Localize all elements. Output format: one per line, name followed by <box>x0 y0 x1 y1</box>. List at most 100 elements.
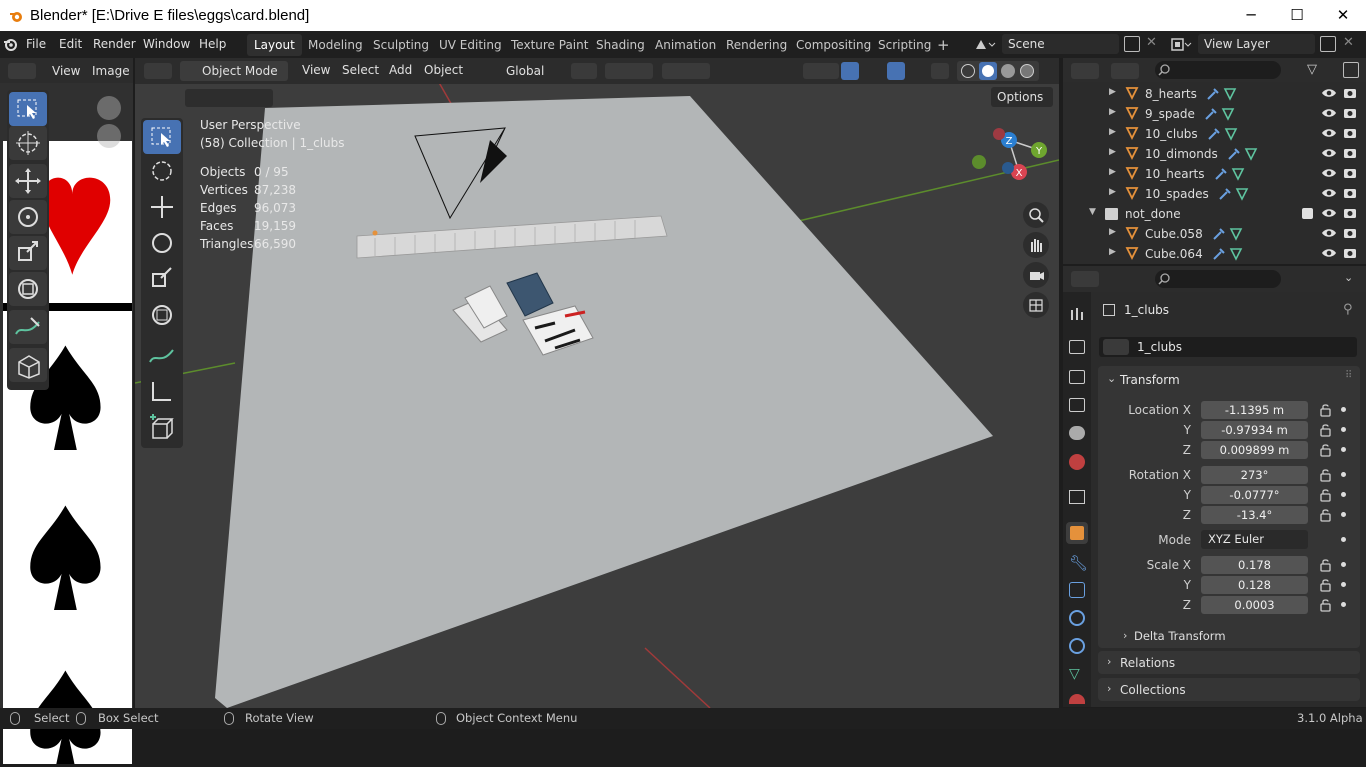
viewport-transform-tool-icon[interactable] <box>143 298 181 332</box>
viewport-select-tool-icon[interactable] <box>143 120 181 154</box>
visibility-eye-icon[interactable] <box>1321 186 1337 203</box>
transform-orientation-dropdown[interactable]: Global <box>484 61 564 81</box>
outliner-editor-type-icon[interactable] <box>1071 63 1099 79</box>
new-collection-icon[interactable] <box>1343 62 1359 78</box>
viewport-menu-add[interactable]: Add <box>389 63 412 77</box>
outliner-item-10-hearts[interactable]: ▶ 10_hearts <box>1063 164 1366 184</box>
view-layer-icon[interactable] <box>1170 37 1192 53</box>
viewport-menu-select[interactable]: Select <box>342 63 379 77</box>
viewport-move-tool-icon[interactable] <box>143 190 181 224</box>
new-view-layer-icon[interactable] <box>1320 36 1336 52</box>
tab-sculpting[interactable]: Sculpting <box>366 34 436 56</box>
visibility-icon[interactable] <box>803 63 839 79</box>
expand-arrow-icon[interactable]: ▶ <box>1109 87 1116 97</box>
keyframe-dot-icon[interactable] <box>1341 472 1346 477</box>
visibility-eye-icon[interactable] <box>1321 166 1337 183</box>
render-camera-icon[interactable] <box>1343 186 1357 203</box>
scale-z-field[interactable]: 0.0003 <box>1201 596 1308 614</box>
lock-icon[interactable] <box>1319 403 1333 420</box>
transform-collapse-icon[interactable]: ⌄ <box>1107 372 1116 385</box>
relations-expand-icon[interactable]: › <box>1107 655 1111 668</box>
outliner-item-8-hearts[interactable]: ▶ 8_hearts <box>1063 84 1366 104</box>
drag-handle-icon[interactable]: ⠿ <box>1345 370 1352 381</box>
solid-shading-icon[interactable] <box>979 62 997 80</box>
output-tab-icon[interactable] <box>1069 370 1085 384</box>
snap-icon[interactable] <box>605 63 653 79</box>
filter-icon[interactable]: ▽ <box>1307 62 1317 77</box>
lock-icon[interactable] <box>1319 488 1333 505</box>
viewport-editor-type-icon[interactable] <box>144 63 172 79</box>
outliner-search-input[interactable] <box>1155 61 1281 79</box>
tab-shading[interactable]: Shading <box>589 34 652 56</box>
render-camera-icon[interactable] <box>1343 86 1357 103</box>
visibility-eye-icon[interactable] <box>1321 146 1337 163</box>
image-editor-image-menu[interactable]: Image <box>92 64 130 78</box>
properties-search-input[interactable] <box>1155 270 1281 288</box>
delta-expand-icon[interactable]: › <box>1123 629 1127 642</box>
pivot-point-icon[interactable] <box>571 63 597 79</box>
relations-title[interactable]: Relations <box>1120 656 1175 670</box>
material-shading-icon[interactable] <box>1001 64 1015 78</box>
modifier-icon[interactable] <box>1203 106 1237 125</box>
move-tool-icon[interactable] <box>9 164 47 198</box>
render-camera-icon[interactable] <box>1343 106 1357 123</box>
editor-type-icon[interactable] <box>8 63 36 79</box>
viewport-scale-tool-icon[interactable] <box>143 262 181 296</box>
zoom-gizmo-icon[interactable] <box>97 96 121 120</box>
collection-tab-icon[interactable] <box>1069 490 1085 504</box>
properties-editor-type-icon[interactable] <box>1071 271 1099 287</box>
collections-title[interactable]: Collections <box>1120 683 1186 697</box>
tab-compositing[interactable]: Compositing <box>789 34 878 56</box>
keyframe-dot-icon[interactable] <box>1341 512 1346 517</box>
viewport-rotate-tool-icon[interactable] <box>143 226 181 260</box>
remove-scene-icon[interactable]: ✕ <box>1146 35 1157 50</box>
render-camera-icon[interactable] <box>1343 146 1357 163</box>
transform-title[interactable]: Transform <box>1120 373 1180 387</box>
overlay-toggle-icon[interactable] <box>887 62 905 80</box>
sample-tool-icon[interactable] <box>9 348 47 382</box>
viewport-annotate-tool-icon[interactable] <box>143 338 181 372</box>
display-mode-icon[interactable] <box>1111 63 1139 79</box>
rotation-mode-dropdown[interactable]: XYZ Euler <box>1201 530 1308 549</box>
scale-tool-icon[interactable] <box>9 236 47 270</box>
menu-window[interactable]: Window <box>143 37 190 51</box>
keyframe-dot-icon[interactable] <box>1341 582 1346 587</box>
exclude-checkbox[interactable] <box>1302 208 1313 219</box>
render-camera-icon[interactable] <box>1343 166 1357 183</box>
visibility-eye-icon[interactable] <box>1321 86 1337 103</box>
cursor-tool-icon[interactable] <box>9 126 47 160</box>
render-camera-icon[interactable] <box>1343 126 1357 143</box>
lock-icon[interactable] <box>1319 443 1333 460</box>
keyframe-dot-icon[interactable] <box>1341 447 1346 452</box>
viewport-menu-object[interactable]: Object <box>424 63 463 77</box>
wireframe-shading-icon[interactable] <box>961 64 975 78</box>
close-button[interactable]: ✕ <box>1320 0 1366 31</box>
menu-render[interactable]: Render <box>93 37 136 51</box>
outliner-item-10-spades[interactable]: ▶ 10_spades <box>1063 184 1366 204</box>
menu-help[interactable]: Help <box>199 37 226 51</box>
rotation-x-field[interactable]: 273° <box>1201 466 1308 484</box>
menu-file[interactable]: File <box>26 37 46 51</box>
keyframe-dot-icon[interactable] <box>1341 407 1346 412</box>
material-tab-icon[interactable] <box>1069 694 1085 704</box>
particles-tab-icon[interactable] <box>1069 582 1085 598</box>
expand-arrow-icon[interactable]: ▶ <box>1109 227 1116 237</box>
visibility-eye-icon[interactable] <box>1321 126 1337 143</box>
visibility-eye-icon[interactable] <box>1321 206 1337 223</box>
object-datablock-field[interactable]: 1_clubs <box>1099 337 1357 357</box>
modifier-icon[interactable] <box>1211 246 1245 265</box>
annotate-tool-icon[interactable] <box>9 310 47 344</box>
modifier-icon[interactable] <box>1205 86 1239 105</box>
view-layer-field[interactable]: View Layer <box>1198 34 1315 54</box>
expand-arrow-icon[interactable]: ▼ <box>1089 207 1096 217</box>
tool-tab-icon[interactable] <box>1069 306 1085 322</box>
modifier-icon[interactable] <box>1217 186 1251 205</box>
lock-icon[interactable] <box>1319 598 1333 615</box>
camera-view-icon[interactable] <box>1023 262 1049 288</box>
modifier-icon[interactable] <box>1206 126 1240 145</box>
render-camera-icon[interactable] <box>1343 226 1357 243</box>
visibility-eye-icon[interactable] <box>1321 246 1337 263</box>
ortho-view-icon[interactable] <box>1023 292 1049 318</box>
rendered-shading-icon[interactable] <box>1020 64 1034 78</box>
image-editor-view-menu[interactable]: View <box>52 64 80 78</box>
